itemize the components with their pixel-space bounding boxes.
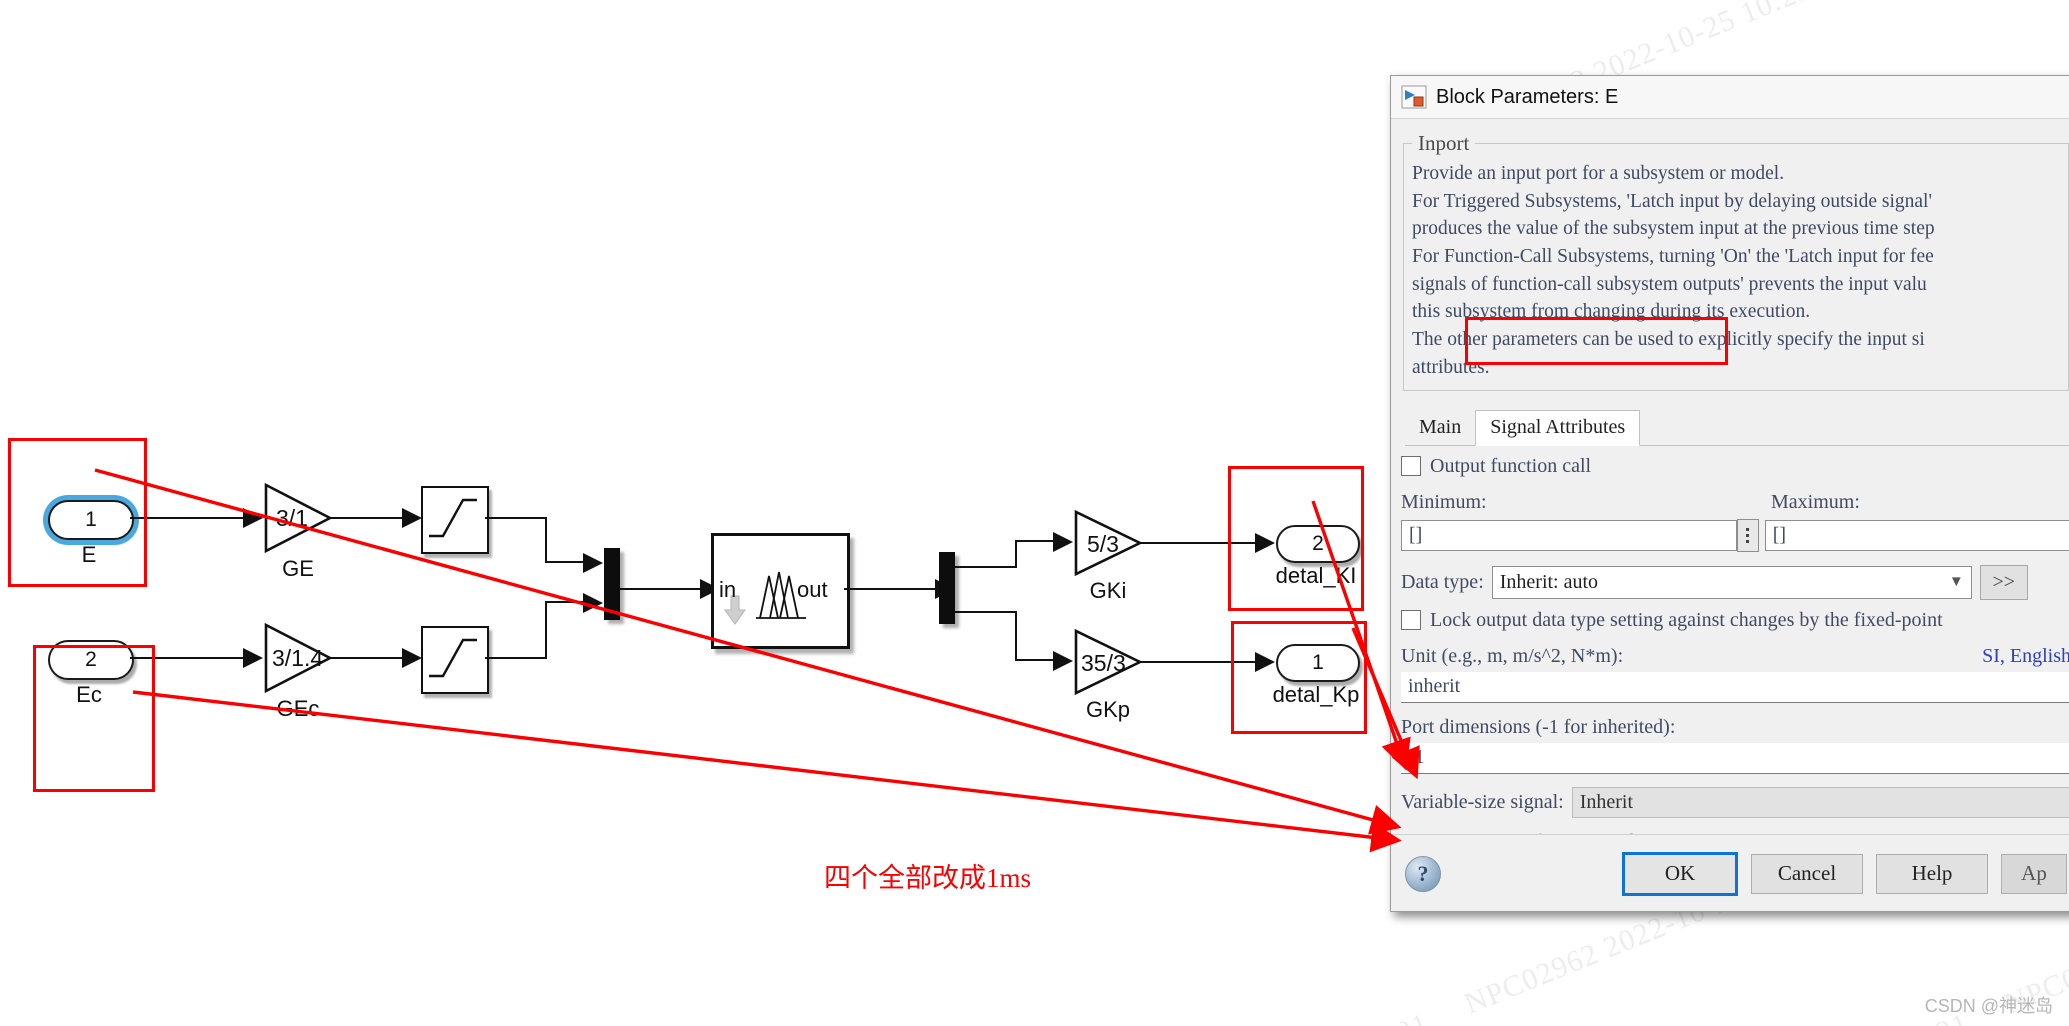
wire-fuzzy-to-mux2 <box>844 588 941 590</box>
wire-e-to-ge <box>130 517 258 519</box>
wire-demux-ki-v <box>1015 540 1017 568</box>
dialog-footer: ? OK Cancel Help Ap <box>1391 834 2069 911</box>
tab-signal-attributes[interactable]: Signal Attributes <box>1475 409 1641 446</box>
data-type-row: Data type: Inherit: auto ▼ >> <box>1401 564 2069 600</box>
wire-sat2-to-mux <box>485 657 547 659</box>
output-function-call-row[interactable]: Output function call <box>1401 455 2069 478</box>
gain-gec-label: GEc <box>276 696 320 721</box>
wire-gec-to-sat2 <box>330 657 412 659</box>
port-dimensions-label: Port dimensions (-1 for inherited): <box>1401 715 1676 738</box>
maximum-label: Maximum: <box>1771 490 1860 513</box>
demux-bar-output[interactable] <box>939 552 955 624</box>
wire-demux-ki-h1 <box>955 566 1017 568</box>
description-line-2: produces the value of the subsystem inpu… <box>1412 218 1935 240</box>
dialog-button-group: OK Cancel Help Ap <box>1622 851 2067 896</box>
simulink-canvas[interactable]: 1 E 2 Ec 3/1 GE 3/1.4 GEc in out 5/3 GKi… <box>0 0 1400 1026</box>
variable-size-signal-row: Variable-size signal: Inherit <box>1401 786 2069 818</box>
lock-output-label: Lock output data type setting against ch… <box>1430 608 1943 631</box>
apply-button[interactable]: Ap <box>2001 853 2067 894</box>
wire-demux-kp-h1 <box>955 611 1017 613</box>
block-parameters-dialog[interactable]: Block Parameters: E Inport Provide an in… <box>1390 75 2069 912</box>
data-type-value: Inherit: auto <box>1499 570 1599 593</box>
screenshot-root: NPC02962 2022-10-25 10:21.21 NPC02962 202… <box>0 0 2069 1026</box>
wire-ge-to-sat1 <box>330 517 412 519</box>
port-dimensions-input[interactable]: -1 <box>1401 742 2069 774</box>
ok-button[interactable]: OK <box>1622 851 1738 896</box>
highlight-box-outport-ki <box>1228 466 1364 611</box>
fuzzy-out-label: out <box>797 577 828 602</box>
gain-gki-value: 5/3 <box>1087 531 1119 557</box>
minimum-input[interactable]: [] <box>1401 519 1737 551</box>
arrowhead-ge-in <box>243 508 263 528</box>
description-line-4: signals of function-call subsystem outpu… <box>1412 273 1927 295</box>
tab-main[interactable]: Main <box>1405 411 1475 445</box>
unit-label-row: Unit (e.g., m, m/s^2, N*m): SI, English <box>1401 645 2069 668</box>
minimum-spinner[interactable] <box>1736 518 1759 552</box>
arrowhead-mux1-a <box>583 553 603 573</box>
output-function-call-checkbox[interactable] <box>1401 456 1421 476</box>
description-line-0: Provide an input port for a subsystem or… <box>1412 163 1785 184</box>
cancel-button[interactable]: Cancel <box>1751 853 1863 894</box>
saturation-block-2[interactable] <box>421 626 489 694</box>
csdn-credit: CSDN @神迷岛 <box>1924 996 2053 1016</box>
lock-output-row[interactable]: Lock output data type setting against ch… <box>1401 609 2069 632</box>
gain-gkp-value: 35/3 <box>1081 650 1126 676</box>
variable-size-signal-label: Variable-size signal: <box>1401 790 1564 813</box>
dialog-body: Inport Provide an input port for a subsy… <box>1391 119 2069 911</box>
data-type-label: Data type: <box>1401 570 1484 593</box>
watermark-text: NPC02962 2022-10-25 10:21.21 <box>1570 1007 1974 1026</box>
description-line-1: For Triggered Subsystems, 'Latch input b… <box>1412 190 1932 212</box>
simulink-inport-icon <box>1401 85 1427 109</box>
mux-bar-input[interactable] <box>604 548 620 620</box>
dialog-title: Block Parameters: E <box>1436 85 1619 108</box>
minimum-label: Minimum: <box>1401 490 1487 513</box>
help-button[interactable]: Help <box>1876 853 1988 894</box>
highlight-box-inport-e <box>8 438 147 587</box>
wire-sat1-to-mux <box>485 517 547 519</box>
data-type-combobox[interactable]: Inherit: auto ▼ <box>1491 565 1972 599</box>
port-dimensions-label-row: Port dimensions (-1 for inherited): <box>1401 716 2069 739</box>
arrowhead-mux1-b <box>583 593 603 613</box>
highlight-box-outport-kp <box>1231 621 1367 734</box>
wire-sat2-mux-v <box>545 601 547 659</box>
wire-mux-to-fuzzy <box>620 588 706 590</box>
unit-input[interactable]: inherit <box>1401 671 2069 703</box>
min-max-labels-row: Minimum: Maximum: <box>1401 491 2069 514</box>
highlight-box-inport-ec <box>33 645 155 792</box>
arrowhead-gec-in <box>243 648 263 668</box>
min-max-inputs-row: [] [] <box>1401 518 2069 552</box>
gain-ge-value: 3/1 <box>276 505 308 531</box>
variable-size-signal-value[interactable]: Inherit <box>1571 786 2069 818</box>
wire-sat1-mux-v <box>545 517 547 563</box>
saturation-block-1[interactable] <box>421 486 489 554</box>
output-function-call-label: Output function call <box>1430 454 1592 477</box>
dialog-titlebar[interactable]: Block Parameters: E <box>1391 76 2069 119</box>
gain-ge-label: GE <box>282 556 314 581</box>
annotation-note: 四个全部改成1ms <box>824 863 1032 893</box>
gain-gki-label: GKi <box>1089 578 1127 603</box>
gain-gkp-label: GKp <box>1085 697 1131 722</box>
description-line-3: For Function-Call Subsystems, turning 'O… <box>1412 246 1934 268</box>
help-question-icon[interactable]: ? <box>1405 855 1441 892</box>
data-type-assistant-button[interactable]: >> <box>1979 564 2028 600</box>
maximum-input[interactable]: [] <box>1764 519 2069 551</box>
dialog-tabs[interactable]: Main Signal Attributes <box>1405 409 2069 446</box>
lock-output-checkbox[interactable] <box>1401 610 1421 630</box>
wire-demux-kp-v <box>1015 611 1017 661</box>
group-legend: Inport <box>1418 131 1470 155</box>
gain-gec-value: 3/1.4 <box>272 645 324 671</box>
unit-label: Unit (e.g., m, m/s^2, N*m): <box>1401 644 1624 667</box>
unit-si-english-link[interactable]: SI, English <box>1982 645 2069 668</box>
chevron-down-icon: ▼ <box>1948 573 1964 590</box>
fuzzy-in-label: in <box>719 577 737 602</box>
highlight-box-tab-signal-attributes <box>1465 317 1728 365</box>
